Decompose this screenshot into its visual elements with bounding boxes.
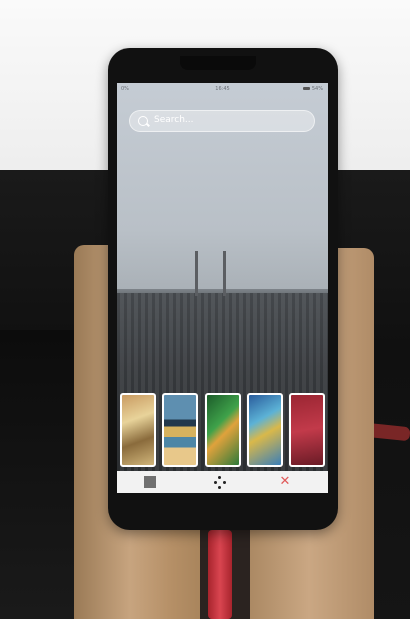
pier-post — [223, 251, 226, 296]
more-options-icon[interactable] — [212, 474, 228, 490]
usb-cable — [208, 530, 232, 619]
status-bar: 0% 16:45 54% — [117, 83, 328, 95]
pier-post — [195, 251, 198, 296]
wallpaper-thumbnail[interactable] — [120, 393, 156, 467]
search-input[interactable]: Search... — [129, 110, 315, 132]
status-time: 16:45 — [215, 86, 230, 92]
battery-icon — [302, 87, 310, 90]
bottom-toolbar: ✕ — [117, 471, 328, 493]
wallpaper-thumbnail[interactable] — [289, 393, 325, 467]
battery-indicator: 54% — [302, 86, 323, 92]
search-placeholder: Search... — [154, 115, 194, 125]
wallpaper-thumbnail[interactable] — [162, 393, 199, 467]
phone-screen: 0% 16:45 54% Search... ✕ — [117, 83, 328, 493]
wallpaper-picker — [117, 393, 328, 469]
battery-level: 54% — [311, 86, 323, 92]
stop-button[interactable] — [144, 476, 156, 488]
phone-notch — [180, 56, 256, 70]
search-icon — [138, 116, 148, 126]
wallpaper-thumbnail[interactable] — [204, 393, 241, 467]
wallpaper-thumbnail[interactable] — [246, 393, 283, 467]
close-icon[interactable]: ✕ — [277, 474, 293, 490]
